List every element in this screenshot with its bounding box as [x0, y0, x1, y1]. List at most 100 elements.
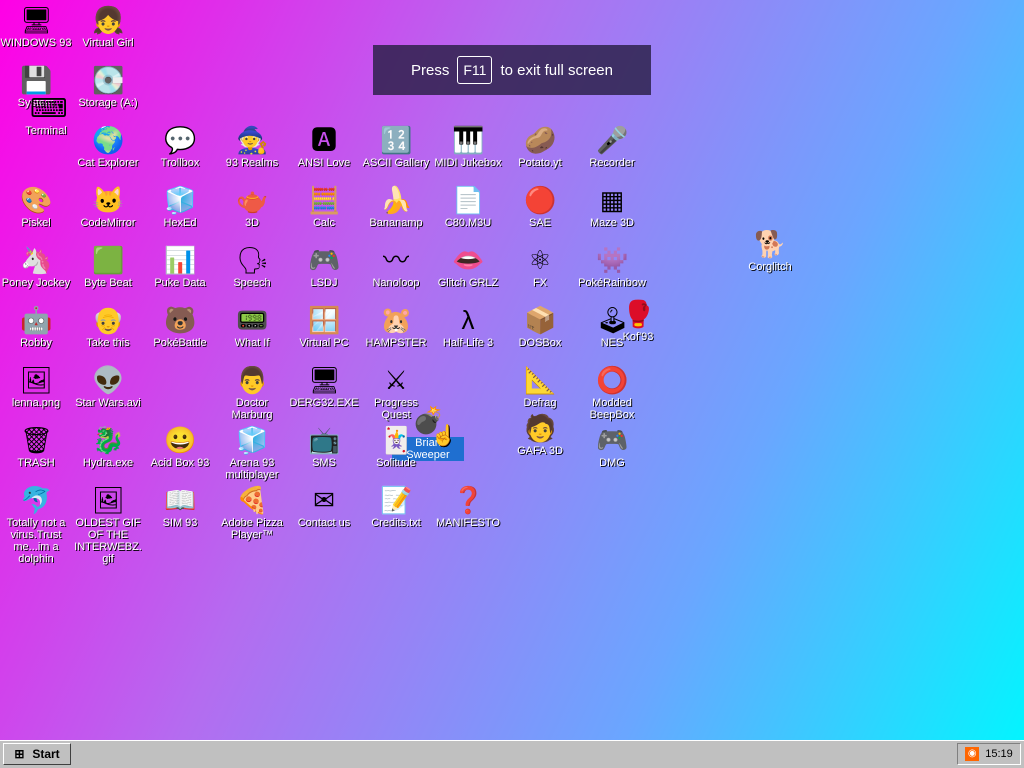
cube-icon: 🧊: [236, 425, 269, 455]
notice-press: Press: [411, 61, 450, 79]
monitor-face-icon: 🖥: [308, 365, 342, 395]
question-icon: ❓: [452, 485, 485, 515]
cat-icon: 🐱: [92, 185, 125, 215]
desktop-icon-acid-box-93[interactable]: 😀 Acid Box 93: [144, 424, 216, 469]
desktop-icon-piskel[interactable]: 🎨 Piskel: [0, 184, 72, 229]
pony-icon: 🦄: [20, 245, 53, 275]
desktop: Press F11 to exit full screen 🖥 WINDOWS 9…: [0, 0, 1024, 740]
desktop-icon-dosbox[interactable]: 📦 DOSBox: [504, 304, 576, 349]
desktop-icon-trash[interactable]: 🗑 TRASH: [0, 424, 72, 469]
desktop-icon-arena-93[interactable]: 🧊 Arena 93 multiplayer: [216, 424, 288, 481]
desktop-icon-virtual-girl[interactable]: 👧 Virtual Girl: [72, 4, 144, 49]
desktop-icon-defrag[interactable]: 📐 Defrag: [504, 364, 576, 409]
desktop-icon-hydra[interactable]: 🐉 Hydra.exe: [72, 424, 144, 469]
desktop-icon-fx[interactable]: ⚛ FX: [504, 244, 576, 289]
desktop-icon-modded-beepbox[interactable]: ⭕ Modded BeepBox: [576, 364, 648, 421]
desktop-icon-hampster[interactable]: 🐹 HAMPSTER: [360, 304, 432, 349]
desktop-icon-manifesto[interactable]: ❓ MANIFESTO: [432, 484, 504, 529]
desktop-icon-ascii-gallery[interactable]: 🔢 ASCII Gallery: [360, 124, 432, 169]
desktop-icon-cat-explorer[interactable]: 🌍 Cat Explorer: [72, 124, 144, 169]
start-button[interactable]: ⊞ Start: [3, 743, 71, 765]
desktop-icon-doctor-marburg[interactable]: 👨 Doctor Marburg: [216, 364, 288, 421]
desktop-icon-robby[interactable]: 🤖 Robby: [0, 304, 72, 349]
desktop-icon-pokerainbow[interactable]: 👾 PokéRainbow: [576, 244, 648, 289]
gameboy-icon: 🎮: [596, 425, 629, 455]
alien-icon: 👽: [92, 365, 125, 395]
desktop-icon-calc[interactable]: 🧮 Calc: [288, 184, 360, 229]
speech-icon: 🗣: [236, 245, 270, 275]
desktop-icon-half-life-3[interactable]: λ Half-Life 3: [432, 304, 504, 349]
desktop-icon-lenna-png[interactable]: 🖼 lenna.png: [0, 364, 72, 409]
desktop-icon-oldest-gif[interactable]: 🖼 OLDEST GIF OF THE INTERWEBZ.gif: [72, 484, 144, 565]
desktop-icon-speech[interactable]: 🗣 Speech: [216, 244, 288, 289]
desktop-icon-solitude[interactable]: 🃏 Solitude: [360, 424, 432, 469]
desktop-icon-glitch-grlz[interactable]: 👄 Glitch GRLZ: [432, 244, 504, 289]
clock: 15:19: [985, 748, 1013, 760]
desktop-icon-sim93[interactable]: 📖 SIM 93: [144, 484, 216, 529]
desktop-icon-trollbox[interactable]: 💬 Trollbox: [144, 124, 216, 169]
screen-icon: 📟: [236, 305, 269, 335]
desktop-icon-sms[interactable]: 📺 SMS: [288, 424, 360, 469]
globe-icon: 🌍: [92, 125, 125, 155]
desktop-icon-what-if[interactable]: 📟 What If: [216, 304, 288, 349]
terminal-icon: ⌨: [30, 93, 68, 123]
desktop-icon-nanoloop[interactable]: 〰 Nanoloop: [360, 244, 432, 289]
gameboy-icon: 🎮: [308, 245, 341, 275]
desktop-icon-codemirror[interactable]: 🐱 CodeMirror: [72, 184, 144, 229]
desktop-icon-puke-data[interactable]: 📊 Puke Data: [144, 244, 216, 289]
stick-figure-icon: 🤖: [20, 305, 53, 335]
doctor-icon: 👨: [236, 365, 269, 395]
desktop-icon-midi-jukebox[interactable]: 🎹 MIDI Jukebox: [432, 124, 504, 169]
desktop-icon-ansi-love[interactable]: 🅰 ANSI Love: [288, 124, 360, 169]
desktop-icon-kof93[interactable]: 🥊 Kof'93: [602, 298, 674, 343]
desktop-icon-dmg[interactable]: 🎮 DMG: [576, 424, 648, 469]
rss-icon[interactable]: ◉: [965, 747, 980, 761]
maze-icon: ▦: [599, 185, 625, 215]
letter-a-icon: 🅰: [310, 125, 337, 155]
mail-icon: ✉: [313, 485, 335, 515]
desktop-icon-storage[interactable]: 💽 Storage (A:): [72, 64, 144, 109]
desktop-icon-take-this[interactable]: 👴 Take this: [72, 304, 144, 349]
desktop-icon-poney-jockey[interactable]: 🦄 Poney Jockey: [0, 244, 72, 289]
desktop-icon-3d[interactable]: 🫖 3D: [216, 184, 288, 229]
lips-icon: 👄: [452, 245, 485, 275]
book-icon: 📖: [164, 485, 197, 515]
computer-icon: 🖥: [20, 5, 54, 35]
desktop-icon-93-realms[interactable]: 🧙 93 Realms: [216, 124, 288, 169]
desktop-icon-derg32[interactable]: 🖥 DERG32.EXE: [288, 364, 360, 409]
ball-icon: 🔴: [524, 185, 557, 215]
data-icon: 📊: [164, 245, 197, 275]
sprites-icon: 👾: [596, 245, 629, 275]
desktop-icon-windows93[interactable]: 🖥 WINDOWS 93: [0, 4, 72, 49]
desktop-icon-dolphin[interactable]: 🐬 Totally not a virus.Trust me...im a dol…: [0, 484, 72, 565]
hand-cursor-icon: ☝: [431, 425, 456, 447]
girl-icon: 👧: [92, 5, 125, 35]
floppy-icon: 💽: [92, 65, 125, 95]
desktop-icon-sae[interactable]: 🔴 SAE: [504, 184, 576, 229]
wizard-icon: 🧙: [236, 125, 269, 155]
cards-icon: 🃏: [380, 425, 413, 455]
desktop-icon-potato-yt[interactable]: 🥔 Potato.yt: [504, 124, 576, 169]
f11-key: F11: [457, 56, 493, 84]
desktop-icon-lsdj[interactable]: 🎮 LSDJ: [288, 244, 360, 289]
desktop-icon-star-wars[interactable]: 👽 Star Wars.avi: [72, 364, 144, 409]
calculator-icon: 🧮: [308, 185, 341, 215]
desktop-icon-c80-m3u[interactable]: 📄 C80.M3U: [432, 184, 504, 229]
desktop-icon-virtual-pc[interactable]: 🪟 Virtual PC: [288, 304, 360, 349]
desktop-icon-pokebattle[interactable]: 🐻 PokéBattle: [144, 304, 216, 349]
desktop-icon-byte-beat[interactable]: 🟩 Byte Beat: [72, 244, 144, 289]
desktop-icon-corglitch[interactable]: 🐕 Corglitch: [734, 228, 806, 273]
desktop-icon-hexed[interactable]: 🧊 HexEd: [144, 184, 216, 229]
swords-icon: ⚔: [384, 365, 408, 395]
desktop-icon-contact-us[interactable]: ✉ Contact us: [288, 484, 360, 529]
desktop-icon-maze-3d[interactable]: ▦ Maze 3D: [576, 184, 648, 229]
ring-icon: ⭕: [596, 365, 629, 395]
cube-icon: 🧊: [164, 185, 197, 215]
dolphin-icon: 🐬: [20, 485, 53, 515]
desktop-icon-adobe-pizza[interactable]: 🍕 Adobe Pizza Player™: [216, 484, 288, 541]
desktop-icon-gafa-3d[interactable]: 🧑 GAFA 3D: [504, 412, 576, 457]
desktop-icon-credits[interactable]: 📝 Credits.txt: [360, 484, 432, 529]
desktop-icon-bananamp[interactable]: 🍌 Bananamp: [360, 184, 432, 229]
desktop-icon-recorder[interactable]: 🎤 Recorder: [576, 124, 648, 169]
face-icon: 🧑: [524, 413, 557, 443]
